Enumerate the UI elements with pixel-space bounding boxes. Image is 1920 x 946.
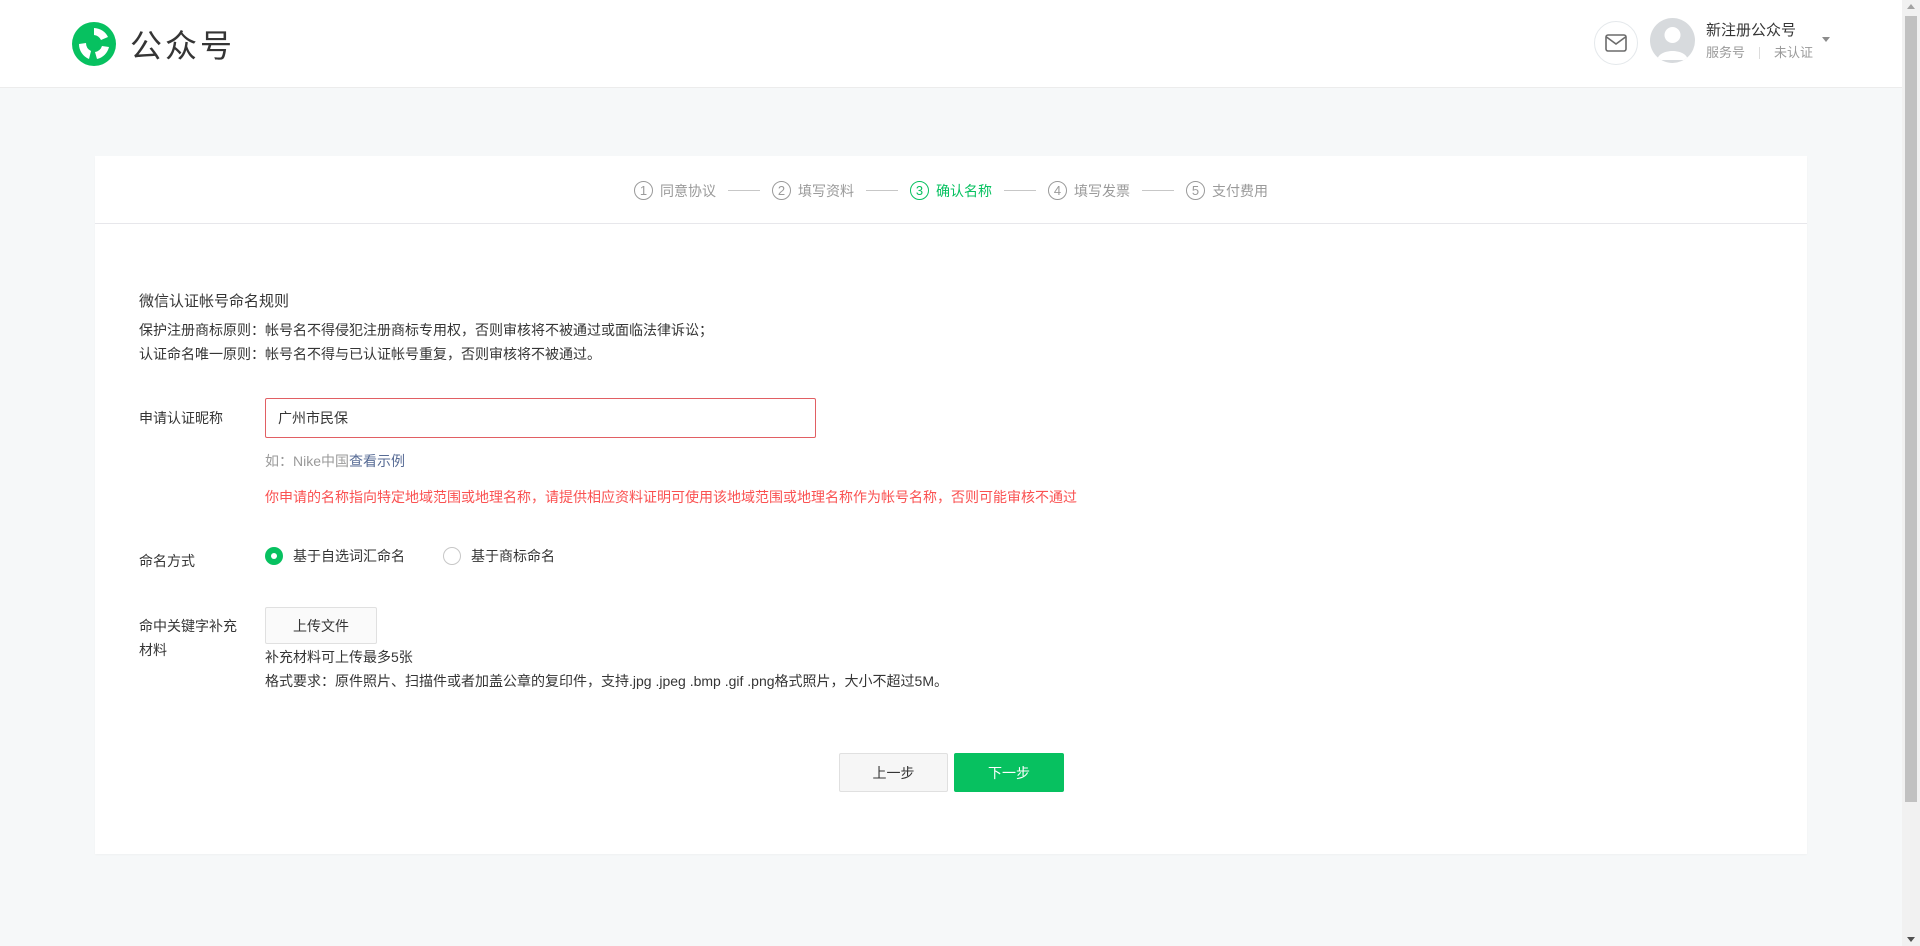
radio-unchecked-icon: [443, 547, 461, 565]
wechat-official-account-logo-icon: [72, 22, 116, 66]
step-label: 确认名称: [936, 182, 992, 199]
account-type: 服务号: [1706, 45, 1746, 60]
avatar-placeholder-icon: [1657, 27, 1688, 60]
logo[interactable]: 公众号: [70, 20, 235, 68]
page-scrollbar[interactable]: [1902, 0, 1920, 946]
radio-custom-words[interactable]: 基于自选词汇命名: [265, 546, 405, 566]
radio-label: 基于自选词汇命名: [293, 548, 405, 564]
step-number: 1: [634, 181, 653, 200]
step-3: 3 确认名称: [910, 181, 992, 201]
nickname-label: 申请认证昵称: [139, 410, 223, 426]
material-format-note: 格式要求：原件照片、扫描件或者加盖公章的复印件，支持.jpg .jpeg .bm…: [265, 673, 948, 689]
radio-trademark[interactable]: 基于商标命名: [443, 546, 555, 566]
scroll-down-arrow-icon[interactable]: [1907, 937, 1915, 942]
step-connector: [1142, 190, 1174, 191]
step-number: 2: [772, 181, 791, 200]
top-header: 公众号 新注册公众号 服务号 未认证: [0, 0, 1902, 88]
account-info[interactable]: 新注册公众号 服务号 未认证: [1706, 20, 1813, 63]
rules-title: 微信认证帐号命名规则: [139, 293, 290, 310]
step-1: 1 同意协议: [634, 181, 716, 201]
step-number: 4: [1048, 181, 1067, 200]
view-example-link[interactable]: 查看示例: [349, 453, 405, 469]
upload-file-button[interactable]: 上传文件: [265, 607, 377, 644]
prev-step-button[interactable]: 上一步: [839, 753, 948, 792]
account-meta: 服务号 未认证: [1706, 43, 1813, 63]
mail-button[interactable]: [1594, 21, 1638, 65]
step-connector: [866, 190, 898, 191]
logo-text: 公众号: [130, 27, 236, 65]
avatar[interactable]: [1650, 18, 1695, 63]
verification-card: 1 同意协议 2 填写资料 3 确认名称 4 填写发票 5 支付费用 微信认证帐…: [95, 156, 1807, 854]
rule-unique: 认证命名唯一原则：帐号名不得与已认证帐号重复，否则审核将不被通过。: [139, 346, 601, 362]
step-label: 支付费用: [1212, 182, 1268, 199]
step-connector: [1004, 190, 1036, 191]
caret-down-icon[interactable]: [1822, 37, 1830, 42]
naming-mode-label: 命名方式: [139, 553, 195, 569]
rule-trademark: 保护注册商标原则：帐号名不得侵犯注册商标专用权，否则审核将不被通过或面临法律诉讼…: [139, 322, 713, 338]
account-name: 新注册公众号: [1706, 22, 1797, 39]
radio-checked-icon: [265, 547, 283, 565]
nickname-hint: 如：Nike中国查看示例: [265, 451, 405, 471]
step-5: 5 支付费用: [1186, 181, 1268, 201]
scroll-up-arrow-icon[interactable]: [1907, 4, 1915, 9]
material-label: 命中关键字补充材料: [139, 618, 237, 658]
account-status: 未认证: [1774, 45, 1814, 60]
step-connector: [728, 190, 760, 191]
nickname-error: 你申请的名称指向特定地域范围或地理名称，请提供相应资料证明可使用该地域范围或地理…: [265, 489, 1077, 505]
scroll-thumb[interactable]: [1905, 16, 1917, 802]
naming-mode-radio-group: 基于自选词汇命名 基于商标命名: [265, 546, 593, 566]
meta-divider: [1759, 47, 1761, 59]
mail-icon: [1605, 34, 1627, 52]
next-step-button[interactable]: 下一步: [954, 753, 1064, 792]
step-2: 2 填写资料: [772, 181, 854, 201]
hint-text: 如：Nike中国: [265, 453, 350, 469]
radio-label: 基于商标命名: [471, 548, 555, 564]
material-limit-note: 补充材料可上传最多5张: [265, 649, 413, 665]
step-label: 同意协议: [660, 182, 716, 199]
step-label: 填写发票: [1074, 182, 1130, 199]
step-progress: 1 同意协议 2 填写资料 3 确认名称 4 填写发票 5 支付费用: [95, 156, 1807, 224]
step-label: 填写资料: [798, 182, 854, 199]
step-number: 3: [910, 181, 929, 200]
nickname-input[interactable]: [265, 398, 816, 438]
step-number: 5: [1186, 181, 1205, 200]
step-4: 4 填写发票: [1048, 181, 1130, 201]
